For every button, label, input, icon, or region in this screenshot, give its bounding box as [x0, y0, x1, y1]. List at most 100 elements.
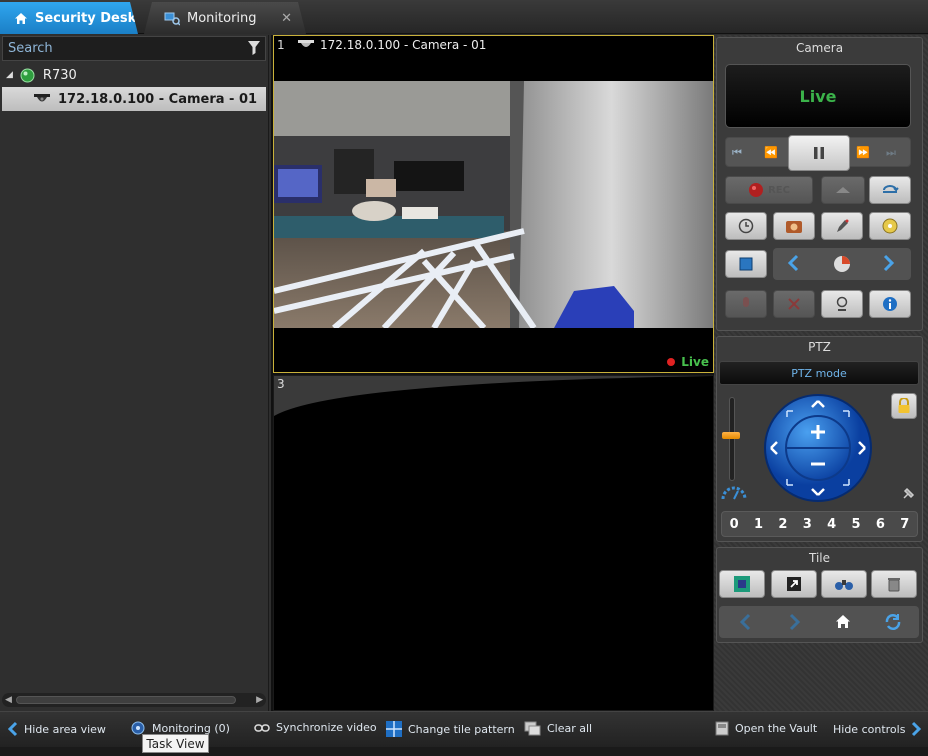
snapshot-icon [786, 221, 802, 233]
controls-panel: Camera Live ⏮ ⏪ ⏩ ⏭ REC PTZ PTZ mode 0 1… [714, 35, 928, 711]
open-vault-button[interactable]: Open the Vault [715, 721, 817, 736]
server-icon [20, 68, 35, 83]
hide-area-view-button[interactable]: Hide area view [8, 721, 106, 737]
monitoring-button[interactable]: Monitoring (0) [130, 721, 230, 735]
clear-tile-button[interactable] [871, 570, 917, 598]
search-input[interactable]: Search [2, 36, 266, 61]
eject-icon [836, 187, 850, 193]
tile-number: 3 [277, 377, 285, 391]
square-icon [739, 257, 753, 271]
pop-out-icon [787, 577, 801, 591]
tree-item-camera[interactable]: 172.18.0.100 - Camera - 01 [2, 87, 266, 111]
zoom-slider-thumb[interactable] [722, 431, 740, 439]
sequence-controls [773, 248, 911, 280]
eject-button[interactable] [821, 176, 865, 204]
ptz-joystick[interactable] [763, 393, 873, 503]
tile-number: 1 [277, 38, 285, 52]
ptz-mode-button[interactable]: PTZ mode [719, 361, 919, 385]
monitoring-label: Monitoring (0) [152, 721, 230, 735]
record-label: REC [768, 184, 790, 196]
tile-home-icon[interactable] [835, 614, 851, 633]
switch-to-live-button[interactable] [869, 176, 911, 204]
tree-item-r730[interactable]: ◢ R730 [0, 63, 269, 87]
pause-icon [814, 147, 824, 159]
pop-out-button[interactable] [771, 570, 817, 598]
skip-forward-icon[interactable]: ⏭ [886, 146, 896, 160]
info-icon [883, 297, 897, 311]
tab-security-desk[interactable]: Security Desk [0, 2, 138, 34]
filter-icon[interactable] [247, 40, 261, 60]
entity-tree: ◢ R730 172.18.0.100 - Camera - 01 [0, 63, 269, 111]
hide-controls-button[interactable]: Hide controls [833, 721, 922, 737]
preset-button[interactable]: 7 [900, 517, 909, 532]
tile-previous-icon[interactable] [739, 613, 751, 635]
preset-button[interactable]: 1 [754, 517, 763, 532]
ptz-presets: 0 1 2 3 4 5 6 7 [721, 511, 918, 537]
pin-icon[interactable] [901, 485, 917, 505]
ptz-mode-label: PTZ mode [791, 366, 847, 380]
scroll-left-icon[interactable]: ◀ [5, 693, 12, 707]
next-icon[interactable] [883, 254, 895, 276]
edit-icon [837, 219, 849, 232]
skip-back-icon[interactable]: ⏮ [732, 146, 742, 160]
preset-button[interactable]: 6 [876, 517, 885, 532]
rewind-icon[interactable]: ⏪ [764, 146, 778, 159]
ptz-lock-button[interactable] [891, 393, 917, 419]
x-icon [788, 298, 800, 310]
audio-button[interactable] [725, 290, 767, 318]
video-tile-1[interactable]: 1 172.18.0.100 - Camera - 01 Live [273, 35, 714, 373]
binoculars-icon [835, 580, 853, 590]
camera-video-feed[interactable] [274, 81, 713, 328]
ptz-widget: PTZ PTZ mode 0 1 2 3 4 5 6 7 [716, 336, 923, 542]
pause-button[interactable] [788, 135, 850, 171]
synchronize-video-button[interactable]: Synchronize video [254, 721, 377, 734]
investigate-button[interactable] [821, 570, 867, 598]
tile-next-icon[interactable] [789, 613, 801, 635]
fast-forward-icon[interactable]: ⏩ [856, 146, 870, 159]
stop-button[interactable] [773, 290, 815, 318]
scroll-right-icon[interactable]: ▶ [256, 693, 263, 707]
record-button[interactable]: REC [725, 176, 813, 204]
disc-icon [882, 218, 898, 234]
record-icon [749, 183, 764, 197]
refresh-icon[interactable] [883, 612, 903, 636]
export-button[interactable] [869, 212, 911, 240]
fullscreen-button[interactable] [719, 570, 765, 598]
video-tile-3[interactable]: 3 [273, 375, 714, 711]
preset-button[interactable]: 2 [778, 517, 787, 532]
tile-title-text: 172.18.0.100 - Camera - 01 [320, 38, 487, 52]
info-button[interactable] [869, 290, 911, 318]
bottom-toolbar: Hide area view Monitoring (0) Synchroniz… [0, 711, 928, 747]
status-strip [0, 747, 928, 756]
chevron-right-icon [911, 721, 922, 737]
preset-button[interactable]: 0 [730, 517, 739, 532]
speed-gauge-icon[interactable] [721, 485, 747, 504]
vault-icon [715, 721, 729, 736]
zoom-slider[interactable] [729, 397, 735, 481]
tree-item-label: R730 [42, 67, 77, 83]
live-status: Live [667, 355, 709, 369]
live-status-text: Live [681, 355, 709, 369]
preset-button[interactable]: 4 [827, 517, 836, 532]
area-view-panel: Search ◢ R730 172.18.0.100 - Camera - 01 [0, 35, 269, 711]
horizontal-scrollbar[interactable]: ◀ ▶ [2, 693, 266, 707]
expand-arrow-icon[interactable]: ◢ [6, 70, 13, 80]
dewarp-icon[interactable] [833, 255, 851, 277]
change-tile-pattern-label: Change tile pattern [408, 722, 515, 736]
visual-tracking-button[interactable] [725, 250, 767, 278]
recording-dot-icon [667, 358, 676, 366]
monitoring-icon [164, 11, 180, 26]
preset-button[interactable]: 5 [852, 517, 861, 532]
tab-monitoring[interactable]: Monitoring ✕ [144, 2, 306, 34]
change-tile-pattern-button[interactable]: Change tile pattern [386, 721, 515, 737]
clear-all-button[interactable]: Clear all [524, 721, 592, 736]
scrollbar-thumb[interactable] [16, 696, 236, 704]
previous-icon[interactable] [787, 254, 799, 276]
zoom-button[interactable] [821, 290, 863, 318]
bookmark-button[interactable] [821, 212, 863, 240]
close-icon[interactable]: ✕ [281, 11, 292, 26]
search-placeholder: Search [8, 41, 53, 56]
snapshot-button[interactable] [773, 212, 815, 240]
preset-button[interactable]: 3 [803, 517, 812, 532]
timeline-button[interactable] [725, 212, 767, 240]
